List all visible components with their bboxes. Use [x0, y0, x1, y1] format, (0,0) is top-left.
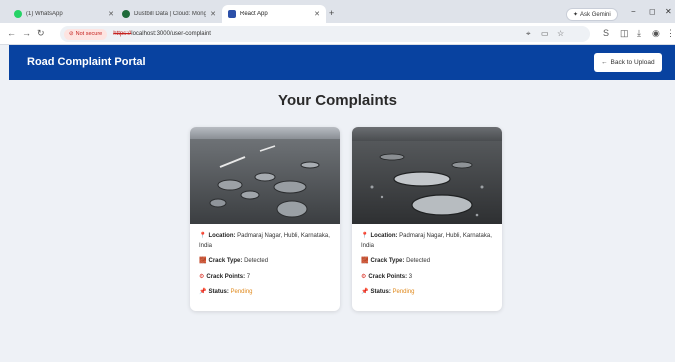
- location-label: Location:: [370, 233, 398, 239]
- url-scheme: https://: [113, 31, 132, 37]
- profile-icon[interactable]: ◉: [652, 28, 660, 39]
- status-row: 📌 Status: Pending: [199, 288, 333, 298]
- map-pin-icon: 📍: [199, 233, 207, 239]
- ask-gemini-label: Ask Gemini: [580, 11, 611, 18]
- reload-icon[interactable]: ↻: [37, 28, 45, 39]
- complaint-details: 📍 Location: Padmaraj Nagar, Hubli, Karnat…: [361, 232, 495, 298]
- brick-icon: 🧱: [199, 258, 207, 264]
- address-bar[interactable]: ⊘ Not secure https://localhost:3000/user…: [60, 26, 590, 42]
- not-secure-badge[interactable]: ⊘ Not secure: [64, 28, 108, 40]
- address-bar-row: ← → ↻ ⊘ Not secure https://localhost:300…: [0, 23, 675, 45]
- complaint-details: 📍 Location: Padmaraj Nagar, Hubli, Karnat…: [199, 232, 333, 298]
- brick-icon: 🧱: [361, 258, 369, 264]
- new-tab-button[interactable]: +: [329, 8, 334, 18]
- crack-points-value: 7: [246, 273, 251, 280]
- tab-mongodb[interactable]: Dustbill Data | Cloud: MongoD ✕: [116, 5, 222, 23]
- road-photo: [352, 127, 502, 224]
- status-label: Status:: [208, 289, 229, 295]
- maximize-icon[interactable]: ◻: [649, 7, 656, 16]
- crack-points-label: Crack Points:: [368, 273, 408, 280]
- window-close-icon[interactable]: ✕: [665, 7, 672, 16]
- crack-points-row: ⚙ Crack Points: 7: [199, 273, 333, 283]
- mongodb-icon: [122, 10, 130, 18]
- close-icon[interactable]: ✕: [108, 10, 114, 18]
- crack-points-row: ⚙ Crack Points: 3: [361, 273, 495, 283]
- crack-type-label: Crack Type:: [370, 258, 405, 264]
- crack-type-row: 🧱 Crack Type: Detected: [361, 257, 495, 267]
- road-photo: [190, 127, 340, 224]
- tab-label: Dustbill Data | Cloud: MongoD: [134, 11, 207, 17]
- tab-label: (1) WhatsApp: [26, 11, 63, 17]
- arrow-left-icon: ←: [601, 59, 608, 66]
- cast-icon[interactable]: ▭: [541, 29, 549, 38]
- location-label: Location:: [208, 233, 236, 239]
- back-arrow-icon[interactable]: ←: [7, 28, 16, 38]
- crack-type-value: Detected: [406, 258, 431, 264]
- location-row: 📍 Location: Padmaraj Nagar, Hubli, Karnat…: [199, 232, 333, 251]
- back-to-upload-button[interactable]: ← Back to Upload: [594, 53, 662, 72]
- crack-type-label: Crack Type:: [208, 258, 243, 264]
- close-icon[interactable]: ✕: [314, 10, 320, 18]
- url-path: localhost:3000/user-complaint: [131, 31, 211, 37]
- page-title: Your Complaints: [278, 92, 397, 109]
- status-badge: Pending: [230, 289, 253, 295]
- complaint-card: 📍 Location: Padmaraj Nagar, Hubli, Karnat…: [190, 127, 340, 311]
- crack-points-value: 3: [408, 273, 413, 280]
- extension-s-icon[interactable]: S: [603, 28, 609, 38]
- close-icon[interactable]: ✕: [210, 10, 216, 18]
- app-header: Road Complaint Portal ← Back to Upload: [9, 45, 675, 80]
- brand-title: Road Complaint Portal: [27, 56, 146, 68]
- status-badge: Pending: [392, 289, 415, 295]
- back-to-upload-label: Back to Upload: [610, 59, 655, 66]
- crack-points-label: Crack Points:: [206, 273, 246, 280]
- warning-icon: ⊘: [69, 31, 74, 37]
- minimize-icon[interactable]: −: [631, 7, 636, 16]
- browser-tab-strip: (1) WhatsApp ✕ Dustbill Data | Cloud: Mo…: [0, 0, 675, 23]
- gear-icon: ⚙: [199, 273, 205, 280]
- tab-label: React App: [240, 11, 268, 17]
- crack-type-row: 🧱 Crack Type: Detected: [199, 257, 333, 267]
- menu-icon[interactable]: ⋮: [666, 28, 675, 39]
- map-pin-icon: 📍: [361, 233, 369, 239]
- complaint-card: 📍 Location: Padmaraj Nagar, Hubli, Karnat…: [352, 127, 502, 311]
- bookmark-star-icon[interactable]: ☆: [557, 29, 564, 38]
- extensions-icon[interactable]: ◫: [620, 28, 629, 39]
- react-app-icon: [228, 10, 236, 18]
- url-text[interactable]: https://localhost:3000/user-complaint: [113, 31, 211, 37]
- ask-gemini-button[interactable]: ✦ Ask Gemini: [566, 8, 618, 21]
- forward-arrow-icon[interactable]: →: [22, 28, 31, 38]
- gemini-icon: ✦: [573, 12, 579, 18]
- pushpin-icon: 📌: [199, 289, 207, 295]
- tab-react-app[interactable]: React App ✕: [222, 5, 326, 23]
- location-row: 📍 Location: Padmaraj Nagar, Hubli, Karnat…: [361, 232, 495, 251]
- download-icon[interactable]: ⤓: [637, 28, 641, 39]
- crack-type-value: Detected: [244, 258, 269, 264]
- location-pin-icon[interactable]: ⌖: [526, 29, 531, 39]
- not-secure-label: Not secure: [75, 31, 103, 37]
- tab-whatsapp[interactable]: (1) WhatsApp ✕: [8, 5, 120, 23]
- gear-icon: ⚙: [361, 273, 367, 280]
- status-row: 📌 Status: Pending: [361, 288, 495, 298]
- status-label: Status:: [370, 289, 391, 295]
- whatsapp-icon: [14, 10, 22, 18]
- pushpin-icon: 📌: [361, 289, 369, 295]
